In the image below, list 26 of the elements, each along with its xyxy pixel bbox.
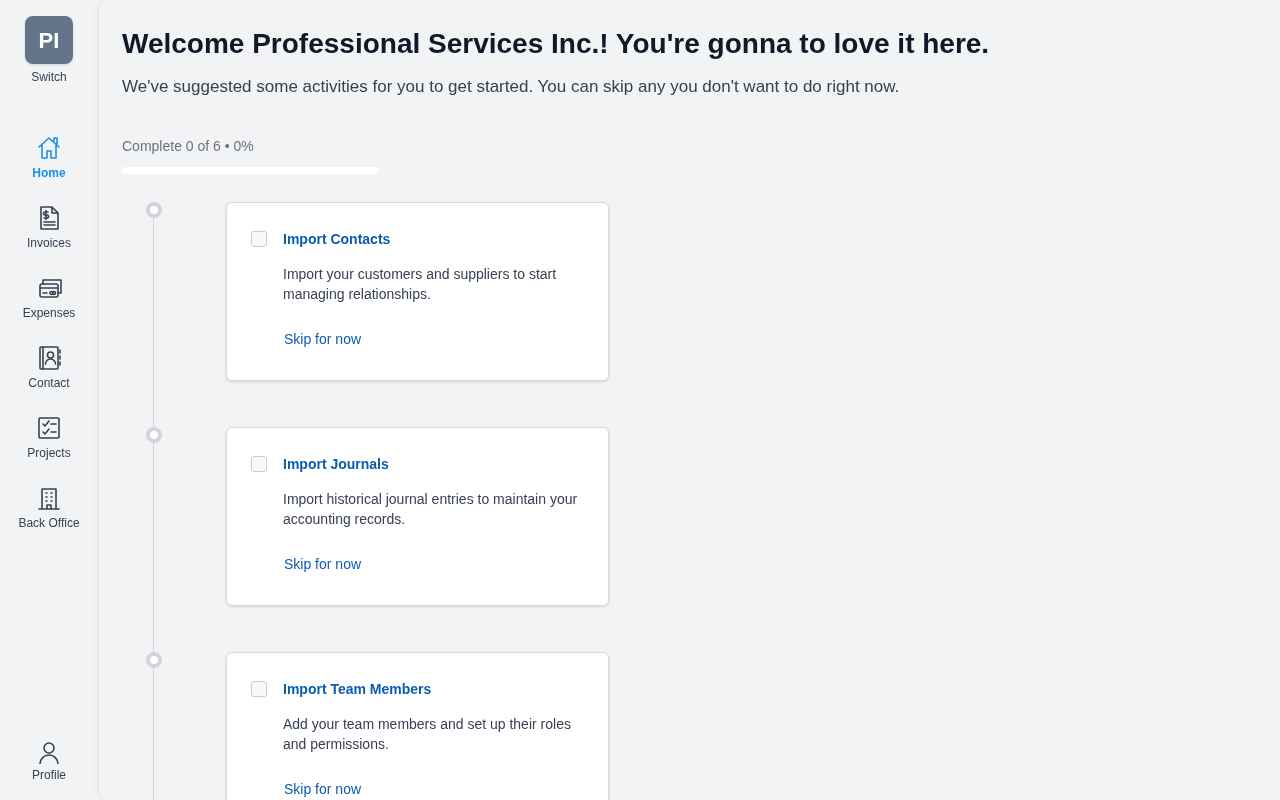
- checkbox[interactable]: [251, 230, 267, 247]
- checklist-icon: [35, 414, 63, 442]
- page-subheading: We've suggested some activities for you to get started. You can skip any you don't want to do right now.: [122, 76, 901, 98]
- workspace-avatar[interactable]: PI: [25, 16, 73, 64]
- checkbox[interactable]: [251, 680, 267, 697]
- skip-link[interactable]: Skip for now: [284, 778, 362, 800]
- sidebar-item[interactable]: Invoices: [26, 204, 71, 252]
- page-heading: Welcome Professional Services Inc.! You're gonna to love it here.: [122, 27, 991, 61]
- task-description: Import your customers and suppliers to start managing relationships.: [283, 264, 558, 304]
- task-title: Import Team Members: [283, 679, 432, 699]
- home-icon: [35, 134, 63, 162]
- task-description: Import historical journal entries to maintain your accounting records.: [283, 489, 579, 529]
- progress-label: Complete 0 of 6 • 0%: [122, 136, 254, 156]
- task-title: Import Journals: [283, 454, 389, 474]
- profile-button[interactable]: Profile: [32, 740, 66, 784]
- skip-link[interactable]: Skip for now: [284, 553, 362, 575]
- switch-label: Switch: [31, 69, 67, 86]
- checkbox[interactable]: [251, 455, 267, 472]
- sidebar-item[interactable]: Expenses: [22, 274, 76, 322]
- sidebar-item[interactable]: Projects: [27, 414, 71, 462]
- task-description: Add your team members and set up their roles and permissions.: [283, 714, 572, 754]
- sidebar-item[interactable]: Back Office: [18, 484, 80, 532]
- sidebar-item[interactable]: Contact: [28, 344, 70, 392]
- task-title: Import Contacts: [283, 229, 391, 249]
- skip-link[interactable]: Skip for now: [284, 328, 362, 350]
- person-icon: [36, 740, 62, 766]
